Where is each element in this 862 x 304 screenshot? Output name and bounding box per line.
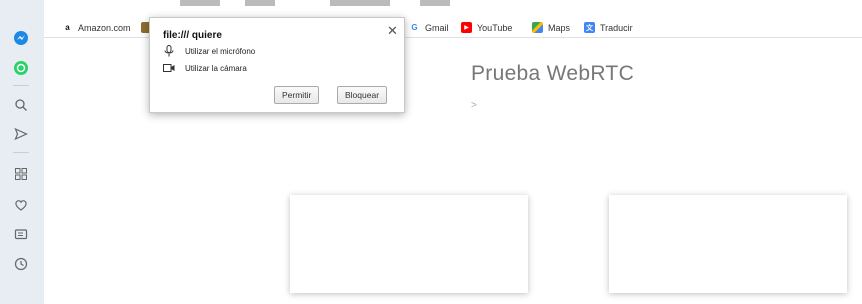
permission-camera: Utilizar la cámara	[163, 62, 247, 74]
send-icon[interactable]	[9, 122, 33, 146]
bookmark-gmail[interactable]: G Gmail	[409, 22, 449, 33]
sidebar-separator	[13, 152, 29, 153]
bookmark-label: YouTube	[477, 22, 513, 33]
clipped-text	[420, 0, 450, 6]
browser-window: a Amazon.com G Gmail ▶ YouTube Maps 文 Tr…	[0, 0, 862, 304]
bookmark-label: Gmail	[425, 22, 449, 33]
translate-icon: 文	[584, 22, 595, 33]
allow-button[interactable]: Permitir	[274, 86, 320, 104]
bookmark-youtube[interactable]: ▶ YouTube	[461, 22, 512, 33]
microphone-icon	[163, 45, 175, 57]
remote-video	[609, 195, 847, 293]
grid-icon[interactable]	[9, 162, 33, 186]
clipped-text	[180, 0, 220, 6]
page-text: >	[471, 100, 477, 111]
heart-icon[interactable]	[9, 193, 33, 217]
youtube-icon: ▶	[461, 22, 472, 33]
bookmark-label: Traducir	[600, 22, 633, 33]
google-icon: G	[411, 23, 418, 32]
bookmark-label: Maps	[548, 22, 571, 33]
permission-microphone: Utilizar el micrófono	[163, 45, 255, 57]
sidebar	[0, 0, 44, 304]
bookmark-amazon[interactable]: a Amazon.com	[62, 22, 131, 33]
bookmark-traducir[interactable]: 文 Traducir	[584, 22, 633, 33]
clipped-text	[245, 0, 275, 6]
block-button[interactable]: Bloquear	[337, 86, 388, 104]
maps-icon	[532, 22, 543, 33]
page-title: Prueba WebRTC	[471, 62, 635, 85]
search-icon[interactable]	[9, 93, 33, 117]
sidebar-separator	[13, 85, 29, 86]
messenger-icon[interactable]	[9, 26, 33, 50]
clipped-text	[330, 0, 390, 6]
bookmark-maps[interactable]: Maps	[532, 22, 570, 33]
local-video	[290, 195, 528, 293]
history-icon[interactable]	[9, 252, 33, 276]
amazon-icon: a	[65, 23, 70, 32]
close-icon[interactable]: ✕	[387, 23, 398, 39]
camera-icon	[163, 62, 175, 74]
bookmark-label: Amazon.com	[78, 22, 131, 33]
whatsapp-icon[interactable]	[9, 56, 33, 80]
popup-title: file:/// quiere	[163, 30, 222, 41]
wallet-icon[interactable]	[9, 222, 33, 246]
permission-label: Utilizar la cámara	[185, 63, 247, 73]
permission-label: Utilizar el micrófono	[185, 46, 256, 56]
permission-popup: file:/// quiere ✕ Utilizar el micrófono …	[149, 17, 405, 113]
